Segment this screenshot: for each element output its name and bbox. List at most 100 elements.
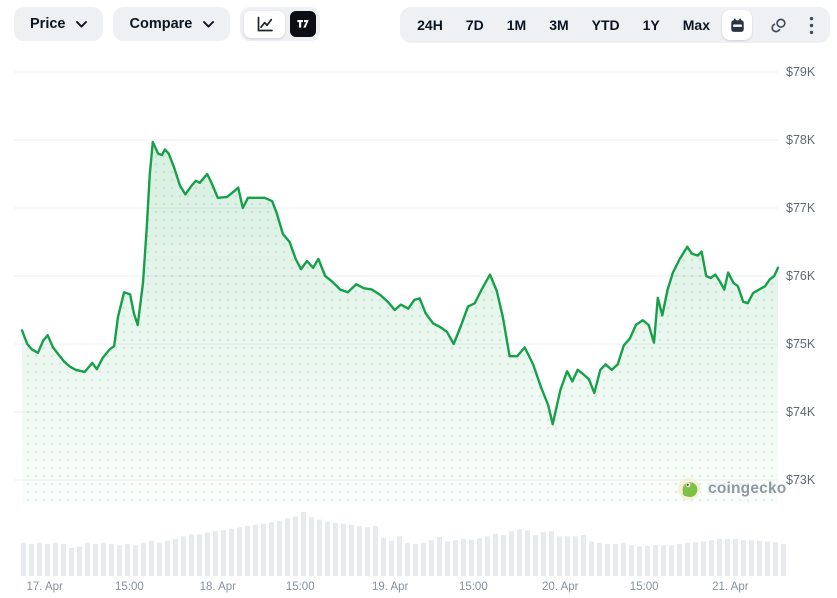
link-icon — [768, 15, 789, 36]
volume-bar — [765, 541, 770, 576]
coingecko-price-chart-panel: $79K$78K$77K$76K$75K$74K$73K17. Apr15:00… — [0, 0, 837, 598]
volume-bar — [693, 542, 698, 576]
volume-bar — [461, 539, 466, 576]
range-button-1m[interactable]: 1M — [507, 17, 526, 33]
line-chart-icon — [255, 15, 275, 33]
volume-bar — [485, 536, 490, 576]
chart-type-switcher — [240, 7, 320, 41]
volume-bar — [525, 531, 530, 576]
volume-bar — [533, 535, 538, 576]
volume-bar — [397, 536, 402, 576]
volume-bar — [381, 538, 386, 576]
more-options-button[interactable] — [804, 13, 818, 37]
volume-bar — [293, 516, 298, 576]
range-button-24h[interactable]: 24H — [417, 17, 443, 33]
volume-bar — [701, 541, 706, 576]
range-button-ytd[interactable]: YTD — [592, 17, 620, 33]
volume-bar — [45, 544, 50, 576]
volume-bar — [781, 544, 786, 576]
volume-bar — [141, 543, 146, 576]
calendar-icon — [729, 17, 746, 34]
volume-bar — [213, 531, 218, 576]
volume-bar — [349, 525, 354, 576]
volume-bar — [709, 540, 714, 576]
x-axis-label: 21. Apr — [712, 580, 748, 594]
coingecko-logo-icon — [677, 477, 701, 501]
line-chart-toggle[interactable] — [244, 11, 285, 38]
volume-bar — [341, 524, 346, 576]
chevron-down-icon — [203, 21, 214, 28]
volume-bar — [29, 544, 34, 576]
volume-bar — [389, 541, 394, 576]
x-axis-label: 17. Apr — [26, 580, 62, 594]
x-axis-label: 19. Apr — [372, 580, 408, 594]
x-axis-label: 20. Apr — [542, 580, 578, 594]
calendar-button[interactable] — [722, 10, 752, 40]
volume-bar — [229, 529, 234, 576]
volume-bar — [645, 546, 650, 576]
volume-bar — [357, 526, 362, 576]
volume-bar — [309, 517, 314, 576]
volume-bar — [613, 544, 618, 576]
volume-bar — [509, 531, 514, 576]
y-axis-label: $79K — [786, 64, 815, 80]
range-button-7d[interactable]: 7D — [466, 17, 484, 33]
volume-bar — [237, 527, 242, 576]
volume-bar — [125, 544, 130, 576]
volume-bar — [181, 536, 186, 576]
volume-bar — [669, 545, 674, 576]
coingecko-watermark: coingecko — [677, 477, 786, 501]
volume-bar — [661, 545, 666, 576]
range-button-3m[interactable]: 3M — [549, 17, 568, 33]
volume-bar — [85, 543, 90, 576]
y-axis-label: $73K — [786, 472, 815, 488]
x-axis-label: 15:00 — [630, 580, 659, 594]
volume-bar — [685, 543, 690, 576]
volume-bar — [77, 547, 82, 576]
volume-bar — [469, 540, 474, 576]
volume-bar — [317, 520, 322, 576]
volume-bar — [157, 543, 162, 576]
price-area-dots — [22, 142, 778, 504]
range-button-1y[interactable]: 1Y — [643, 17, 660, 33]
price-dropdown[interactable]: Price — [14, 7, 103, 41]
volume-bar — [733, 539, 738, 576]
volume-bar — [285, 518, 290, 576]
volume-bar — [189, 534, 194, 576]
volume-bar — [101, 543, 106, 576]
volume-bar — [597, 543, 602, 576]
y-axis-label: $74K — [786, 404, 815, 420]
volume-bar — [773, 542, 778, 576]
price-chart[interactable] — [0, 0, 837, 598]
price-dropdown-label: Price — [30, 16, 65, 32]
volume-bar — [637, 547, 642, 576]
volume-bar — [69, 548, 74, 576]
volume-bar — [445, 541, 450, 576]
volume-bar — [221, 530, 226, 576]
volume-bar — [501, 535, 506, 576]
range-button-max[interactable]: Max — [683, 17, 710, 33]
volume-bar — [21, 543, 26, 576]
volume-bar — [325, 522, 330, 576]
volume-bar — [581, 535, 586, 576]
tradingview-toggle[interactable] — [290, 11, 316, 37]
volume-bar — [37, 543, 42, 576]
chart-toolbar: Price Compare — [0, 0, 837, 50]
volume-bar — [557, 536, 562, 576]
volume-bar — [589, 541, 594, 576]
volume-bar — [629, 545, 634, 576]
x-axis-label: 15:00 — [115, 580, 144, 594]
volume-bar — [205, 532, 210, 576]
volume-bar — [93, 544, 98, 576]
volume-bar — [245, 526, 250, 576]
x-axis-label: 18. Apr — [200, 580, 236, 594]
volume-bars — [21, 512, 786, 576]
x-axis-label: 15:00 — [459, 580, 488, 594]
volume-bar — [269, 522, 274, 576]
volume-bar — [749, 540, 754, 576]
volume-bar — [717, 539, 722, 576]
volume-bar — [301, 512, 306, 576]
compare-dropdown[interactable]: Compare — [113, 7, 230, 41]
share-link-button[interactable] — [766, 13, 790, 37]
volume-bar — [725, 539, 730, 576]
